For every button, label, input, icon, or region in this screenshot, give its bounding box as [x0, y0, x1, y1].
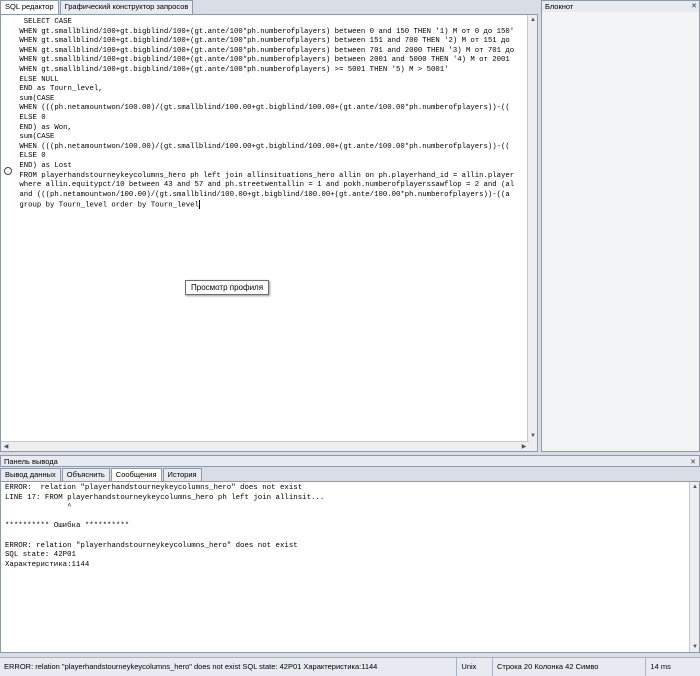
status-cursor-position: Строка 20 Колонка 42 Симво: [493, 658, 647, 676]
code-line: WHEN (((ph.netamountwon/100.00)/(gt.smal…: [15, 104, 510, 113]
messages-text: ERROR: relation "playerhandstourneykeyco…: [5, 484, 324, 570]
pin-icon[interactable]: ✕: [691, 1, 697, 12]
tab-data-output[interactable]: Вывод данных: [0, 468, 61, 482]
code-line: ELSE 0: [15, 152, 46, 161]
code-line: WHEN gt.smallblind/100+gt.bigblind/100+(…: [15, 27, 515, 36]
code-line: and (((ph.netamountwon/100.00)/(gt.small…: [15, 190, 510, 199]
message-line: ********** Ошибка **********: [5, 522, 130, 531]
scroll-up-icon[interactable]: ▲: [528, 15, 537, 25]
code-line: sum(CASE: [15, 133, 55, 142]
code-line: WHEN gt.smallblind/100+gt.bigblind/100+(…: [15, 37, 510, 46]
code-line: ELSE 0: [15, 113, 46, 122]
scroll-up-icon[interactable]: ▲: [690, 482, 700, 492]
message-line: ERROR: relation "playerhandstourneykeyco…: [5, 541, 298, 550]
code-line: END as Tourn_level,: [15, 85, 103, 94]
status-message: ERROR: relation "playerhandstourneykeyco…: [0, 658, 458, 676]
scroll-right-icon[interactable]: ▶: [519, 442, 529, 451]
output-panel-title: Панель вывода ✕: [0, 455, 700, 467]
code-line: WHEN (((ph.netamountwon/100.00)/(gt.smal…: [15, 142, 510, 151]
output-tabstrip: Вывод данных Объяснить Сообщения История: [0, 468, 203, 483]
tooltip-profile: Просмотр профиля: [185, 280, 270, 295]
tab-history[interactable]: История: [162, 468, 202, 482]
status-exec-time: 14 ms: [650, 662, 671, 671]
code-line: SELECT CASE: [15, 18, 72, 26]
notepad-title-label: Блокнот: [545, 2, 574, 11]
output-panel-title-label: Панель вывода: [4, 457, 58, 466]
editor-tabstrip: SQL редактор Графический конструктор зап…: [0, 0, 194, 15]
text-cursor: [198, 200, 200, 210]
tab-sql-editor[interactable]: SQL редактор: [0, 0, 59, 15]
scroll-down-icon[interactable]: ▼: [690, 642, 700, 652]
code-line: WHEN gt.smallblind/100+gt.bigblind/100+(…: [15, 65, 449, 74]
notepad-body[interactable]: [541, 12, 700, 452]
code-line: where allin.equitypct/10 between 43 and …: [15, 181, 515, 190]
scroll-left-icon[interactable]: ◀: [1, 442, 11, 451]
messages-output[interactable]: ERROR: relation "playerhandstourneykeyco…: [0, 481, 700, 653]
message-line: Характеристика:1144: [5, 560, 90, 569]
scroll-down-icon[interactable]: ▼: [528, 431, 537, 441]
output-vertical-scrollbar[interactable]: ▲ ▼: [689, 482, 699, 652]
sql-code[interactable]: SELECT CASE WHEN gt.smallblind/100+gt.bi…: [15, 18, 514, 211]
code-line: group by Tourn_level order by Tourn_leve…: [15, 201, 199, 210]
message-line: ERROR: relation "playerhandstourneykeyco…: [5, 484, 303, 492]
code-line: ELSE NULL: [15, 75, 59, 84]
code-line: WHEN gt.smallblind/100+gt.bigblind/100+(…: [15, 46, 515, 55]
status-line-ending: Unix: [457, 658, 493, 676]
code-line: FROM playerhandstourneykeycolumns_hero p…: [15, 171, 515, 180]
close-icon[interactable]: ✕: [690, 457, 696, 468]
editor-vertical-scrollbar[interactable]: ▲ ▼: [527, 15, 537, 451]
tab-query-builder[interactable]: Графический конструктор запросов: [59, 0, 194, 14]
notepad-pane: Блокнот ✕: [541, 0, 700, 452]
tab-explain[interactable]: Объяснить: [61, 468, 110, 482]
message-line: ^: [5, 503, 72, 512]
editor-horizontal-scrollbar[interactable]: ◀ ▶: [1, 441, 529, 451]
code-line: sum(CASE: [15, 94, 55, 103]
status-bar: ERROR: relation "playerhandstourneykeyco…: [0, 657, 700, 676]
sql-editor[interactable]: SELECT CASE WHEN gt.smallblind/100+gt.bi…: [0, 14, 538, 452]
code-line: END) as Lost: [15, 161, 72, 170]
message-line: SQL state: 42P01: [5, 551, 76, 560]
code-line: WHEN gt.smallblind/100+gt.bigblind/100+(…: [15, 56, 510, 65]
code-line: END) as Won,: [15, 123, 72, 132]
message-line: LINE 17: FROM playerhandstourneykeycolum…: [5, 493, 325, 502]
fold-marker[interactable]: [4, 167, 12, 175]
